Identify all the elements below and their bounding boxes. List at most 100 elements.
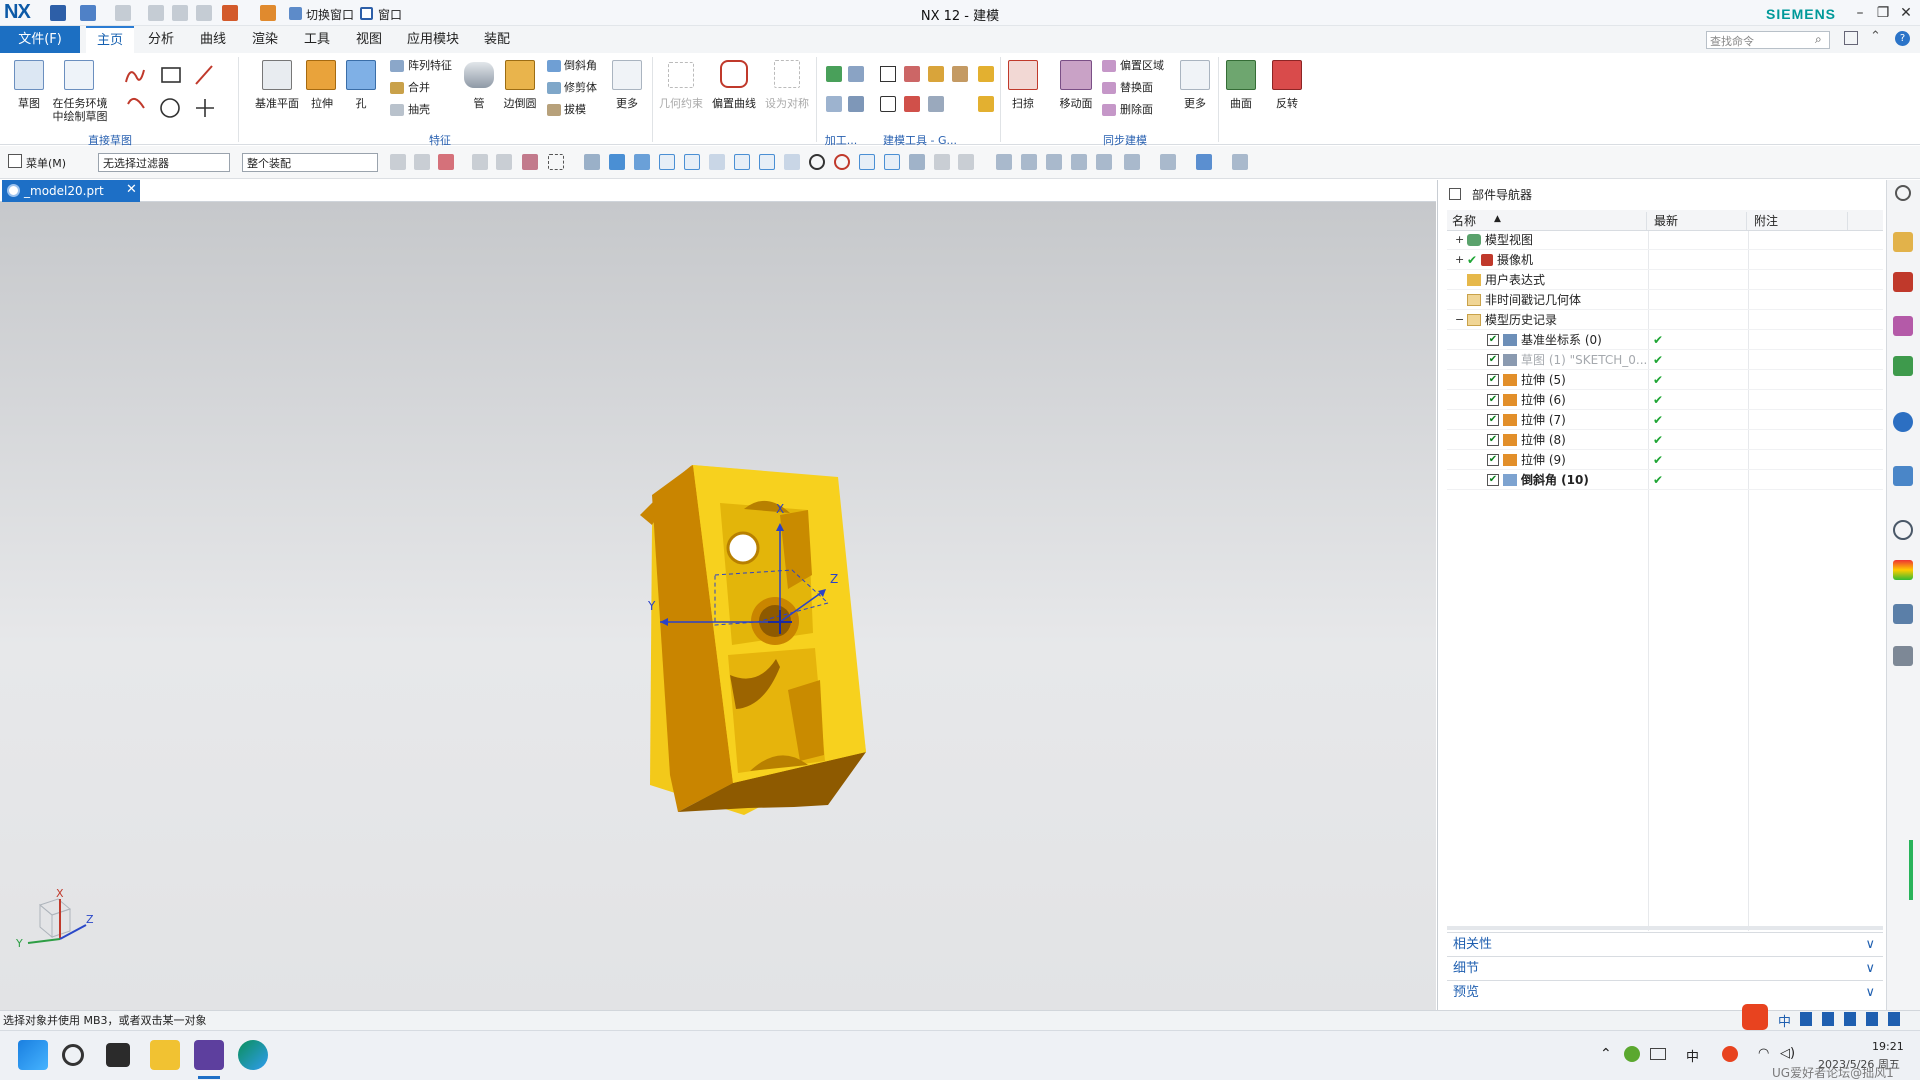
feature-checkbox[interactable]: ✔	[1487, 374, 1499, 386]
collapse-icon[interactable]: −	[1455, 310, 1464, 330]
clock-time[interactable]: 19:21	[1872, 1040, 1904, 1053]
chamfer-button[interactable]: 倒斜角	[564, 59, 597, 73]
select-tool-icon[interactable]	[390, 154, 406, 170]
column-latest[interactable]: 最新	[1650, 212, 1747, 230]
view-tool-icon[interactable]	[1021, 154, 1037, 170]
sketch-in-task-button[interactable]: 在任务环境 中绘制草图	[50, 97, 110, 123]
web-browser-icon[interactable]	[1893, 412, 1913, 432]
collapse-ribbon-icon[interactable]: ⌃	[1870, 29, 1881, 44]
tree-row-unstamped-geometry[interactable]: 非时间戳记几何体	[1447, 290, 1883, 310]
extrude-button[interactable]: 拉伸	[304, 97, 340, 110]
task-view-icon[interactable]	[106, 1043, 130, 1067]
delete-face-icon[interactable]	[1102, 104, 1116, 116]
datum-plane-icon[interactable]	[262, 60, 292, 90]
tab-curve[interactable]: 曲线	[190, 26, 236, 53]
feature-checkbox[interactable]: ✔	[1487, 334, 1499, 346]
delete-face-button[interactable]: 删除面	[1120, 103, 1153, 117]
menu-icon[interactable]	[8, 154, 22, 168]
keyboard-icon[interactable]	[1650, 1048, 1666, 1060]
tree-row-model-views[interactable]: + 模型视图	[1447, 230, 1883, 250]
snap-icon[interactable]	[659, 154, 675, 170]
file-menu-button[interactable]: 文件(F)	[0, 26, 80, 53]
navigator-pin-icon[interactable]	[1449, 188, 1461, 200]
ime-mode-label[interactable]: 中	[1778, 1011, 1791, 1030]
snap-icon[interactable]	[884, 154, 900, 170]
visualization-icon[interactable]	[1893, 560, 1913, 580]
snap-center-icon[interactable]	[809, 154, 825, 170]
help-icon[interactable]: ?	[1895, 31, 1910, 46]
snap-icon[interactable]	[909, 154, 925, 170]
feature-checkbox[interactable]: ✔	[1487, 474, 1499, 486]
snap-icon[interactable]	[759, 154, 775, 170]
datum-plane-button[interactable]: 基准平面	[250, 97, 304, 110]
tree-row-feature[interactable]: ✔ 拉伸 (7) ✔	[1447, 410, 1883, 430]
tab-assembly[interactable]: 装配	[474, 26, 520, 53]
tree-row-feature[interactable]: ✔ 拉伸 (5) ✔	[1447, 370, 1883, 390]
tab-home[interactable]: 主页	[86, 26, 134, 53]
hole-button[interactable]: 孔	[346, 97, 376, 110]
column-notes[interactable]: 附注	[1750, 212, 1848, 230]
unite-icon[interactable]	[390, 82, 404, 94]
roles-icon[interactable]	[1893, 604, 1913, 624]
constraint-navigator-icon[interactable]	[1893, 316, 1913, 336]
history-icon[interactable]	[1893, 466, 1913, 486]
view-tool-icon[interactable]	[996, 154, 1012, 170]
tree-row-feature[interactable]: ✔ 基准坐标系 (0) ✔	[1447, 330, 1883, 350]
machining-tool-icon[interactable]	[826, 96, 842, 112]
volume-icon[interactable]: ◁)	[1780, 1046, 1795, 1061]
tree-row-model-history[interactable]: − 模型历史记录	[1447, 310, 1883, 330]
select-tool-icon[interactable]	[496, 154, 512, 170]
modeling-tool-icon[interactable]	[928, 96, 944, 112]
settings-gear-icon[interactable]	[1895, 185, 1911, 201]
minimize-icon[interactable]: –	[1850, 3, 1870, 23]
sketch-in-task-icon[interactable]	[64, 60, 94, 90]
ime-logo-icon[interactable]	[1742, 1004, 1768, 1030]
modeling-tool-icon[interactable]	[904, 66, 920, 82]
view-tool-icon[interactable]	[1046, 154, 1062, 170]
tree-row-feature[interactable]: ✔ 倒斜角 (10) ✔	[1447, 470, 1883, 490]
tube-button[interactable]: 管	[464, 97, 494, 110]
modeling-tool-icon[interactable]	[952, 66, 968, 82]
modeling-tool-icon[interactable]	[904, 96, 920, 112]
snap-icon[interactable]	[934, 154, 950, 170]
move-face-button[interactable]: 移动面	[1054, 97, 1098, 110]
column-name[interactable]: 名称	[1452, 212, 1647, 230]
tree-row-feature[interactable]: ✔ 拉伸 (8) ✔	[1447, 430, 1883, 450]
expand-icon[interactable]: +	[1455, 250, 1464, 270]
snap-icon[interactable]	[584, 154, 600, 170]
panel-splitter[interactable]	[1447, 926, 1883, 930]
feature-checkbox[interactable]: ✔	[1487, 354, 1499, 366]
selection-filter-dropdown[interactable]: 无选择过滤器	[98, 153, 230, 172]
selection-scope-dropdown[interactable]: 整个装配	[242, 153, 378, 172]
clock-icon[interactable]	[1893, 520, 1913, 540]
edge-blend-icon[interactable]	[505, 60, 535, 90]
snap-icon[interactable]	[784, 154, 800, 170]
tray-ime-label[interactable]: 中	[1686, 1046, 1699, 1065]
shell-button[interactable]: 抽壳	[408, 103, 430, 117]
tree-row-cameras[interactable]: + ✔ 摄像机	[1447, 250, 1883, 270]
hole-icon[interactable]	[346, 60, 376, 90]
more-sync-icon[interactable]	[1180, 60, 1210, 90]
view-tool-icon[interactable]	[1071, 154, 1087, 170]
pattern-feature-button[interactable]: 阵列特征	[408, 59, 452, 73]
view-tool-icon[interactable]	[1232, 154, 1248, 170]
select-tool-icon[interactable]	[522, 154, 538, 170]
more-features-button[interactable]: 更多	[610, 97, 644, 110]
snap-icon[interactable]	[859, 154, 875, 170]
feature-checkbox[interactable]: ✔	[1487, 454, 1499, 466]
snap-icon[interactable]	[709, 154, 725, 170]
part-navigator-icon[interactable]	[1893, 232, 1913, 252]
view-tool-icon[interactable]	[1160, 154, 1176, 170]
nx-taskbar-icon[interactable]	[194, 1040, 224, 1070]
menu-button[interactable]: 菜单(M)	[26, 155, 66, 171]
edge-browser-icon[interactable]	[238, 1040, 268, 1070]
section-preview[interactable]: 预览 ∨	[1447, 980, 1883, 1003]
snap-icon[interactable]	[958, 154, 974, 170]
modeling-tool-icon[interactable]	[880, 66, 896, 82]
geometric-constraint-button[interactable]: 几何约束	[656, 97, 706, 110]
more-sync-button[interactable]: 更多	[1178, 97, 1212, 110]
sweep-icon[interactable]	[1008, 60, 1038, 90]
tube-icon[interactable]	[464, 62, 494, 88]
modeling-tool-icon[interactable]	[978, 66, 994, 82]
sketch-curve-tools[interactable]	[122, 62, 232, 122]
